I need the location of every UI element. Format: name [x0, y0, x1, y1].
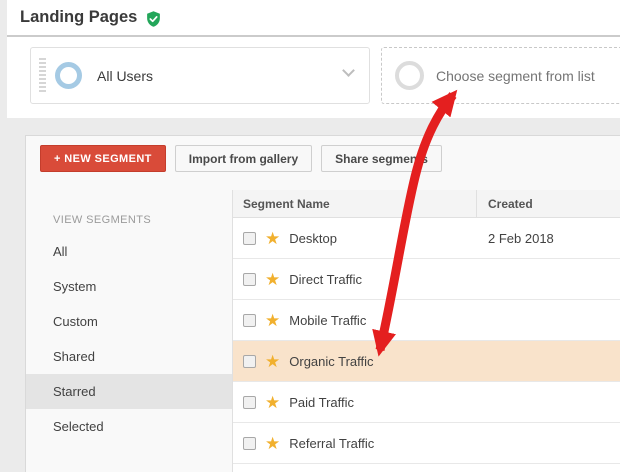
- row-checkbox[interactable]: [243, 272, 256, 286]
- star-icon[interactable]: ★: [265, 271, 280, 288]
- verified-shield-icon: [147, 10, 161, 27]
- segment-name[interactable]: Paid Traffic: [289, 395, 354, 410]
- table-row[interactable]: ★ Referral Traffic: [233, 423, 620, 464]
- star-icon[interactable]: ★: [265, 435, 280, 452]
- current-segment-chip[interactable]: All Users: [30, 47, 370, 104]
- view-segments-sidebar: VIEW SEGMENTS All System Custom Shared S…: [26, 190, 232, 472]
- segment-name[interactable]: Desktop: [289, 231, 337, 246]
- sidebar-item-starred[interactable]: Starred: [26, 374, 232, 409]
- table-header: Segment Name Created: [233, 190, 620, 218]
- star-icon[interactable]: ★: [265, 394, 280, 411]
- row-checkbox[interactable]: [243, 231, 256, 245]
- sidebar-item-system[interactable]: System: [26, 269, 232, 304]
- segments-panel: + NEW SEGMENT Import from gallery Share …: [25, 135, 620, 472]
- row-checkbox[interactable]: [243, 354, 256, 368]
- column-header-created: Created: [488, 197, 533, 211]
- segments-toolbar: + NEW SEGMENT Import from gallery Share …: [40, 145, 442, 172]
- sidebar-item-selected[interactable]: Selected: [26, 409, 232, 444]
- new-segment-button[interactable]: + NEW SEGMENT: [40, 145, 166, 172]
- star-icon[interactable]: ★: [265, 353, 280, 370]
- star-icon[interactable]: ★: [265, 312, 280, 329]
- table-row[interactable]: ★ Desktop 2 Feb 2018: [233, 218, 620, 259]
- sidebar-item-custom[interactable]: Custom: [26, 304, 232, 339]
- chevron-down-icon[interactable]: [342, 64, 355, 77]
- sidebar-item-all[interactable]: All: [26, 234, 232, 269]
- segment-name[interactable]: Organic Traffic: [289, 354, 373, 369]
- current-segment-label: All Users: [97, 67, 154, 84]
- segment-name[interactable]: Direct Traffic: [289, 272, 362, 287]
- segment-name[interactable]: Referral Traffic: [289, 436, 374, 451]
- column-header-segment-name: Segment Name: [243, 197, 330, 211]
- table-row[interactable]: ★ Paid Traffic: [233, 382, 620, 423]
- choose-segment-chip[interactable]: Choose segment from list: [381, 47, 620, 104]
- drag-handle-icon[interactable]: [39, 57, 46, 94]
- choose-segment-label: Choose segment from list: [436, 67, 595, 84]
- table-row-highlighted[interactable]: ★ Organic Traffic: [233, 341, 620, 382]
- row-checkbox[interactable]: [243, 436, 256, 450]
- page-title: Landing Pages: [20, 8, 138, 26]
- table-row[interactable]: ★ Direct Traffic: [233, 259, 620, 300]
- share-segments-button[interactable]: Share segments: [321, 145, 442, 172]
- row-checkbox[interactable]: [243, 313, 256, 327]
- title-bar: Landing Pages: [7, 0, 620, 37]
- table-row[interactable]: ★ Mobile Traffic: [233, 300, 620, 341]
- header-region: Landing Pages All Users Choose segment f…: [7, 0, 620, 118]
- segment-circle-icon: [55, 62, 82, 89]
- page: Landing Pages All Users Choose segment f…: [0, 0, 620, 472]
- sidebar-item-shared[interactable]: Shared: [26, 339, 232, 374]
- import-from-gallery-button[interactable]: Import from gallery: [174, 145, 313, 172]
- row-checkbox[interactable]: [243, 395, 256, 409]
- segment-name[interactable]: Mobile Traffic: [289, 313, 366, 328]
- sidebar-header: VIEW SEGMENTS: [53, 214, 152, 226]
- segments-table: Segment Name Created ★ Desktop 2 Feb 201…: [232, 190, 620, 472]
- created-date: 2 Feb 2018: [488, 230, 554, 246]
- empty-segment-circle-icon: [395, 61, 424, 90]
- star-icon[interactable]: ★: [265, 230, 280, 247]
